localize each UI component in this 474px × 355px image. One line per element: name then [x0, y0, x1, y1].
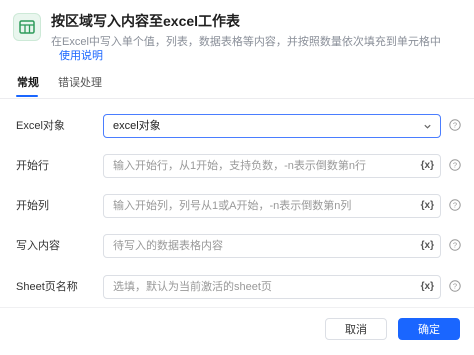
form-row-sheet-name: Sheet页名称 选填，默认为当前激活的sheet页 {x} ?	[0, 275, 474, 299]
tab-general[interactable]: 常规	[17, 74, 39, 92]
help-icon[interactable]: ?	[449, 119, 461, 131]
sheet-name-input[interactable]: 选填，默认为当前激活的sheet页 {x}	[103, 275, 441, 299]
svg-text:?: ?	[453, 161, 457, 170]
sheet-name-placeholder: 选填，默认为当前激活的sheet页	[113, 281, 272, 293]
dialog-header: 按区域写入内容至excel工作表 在Excel中写入单个值，列表，数据表格等内容…	[0, 0, 474, 66]
variable-icon[interactable]: {x}	[421, 155, 434, 177]
form-row-write-content: 写入内容 待写入的数据表格内容 {x} ?	[0, 234, 474, 258]
form-row-start-column: 开始列 输入开始列，列号从1或A开始，-n表示倒数第n列 {x} ?	[0, 194, 474, 218]
svg-text:?: ?	[453, 201, 457, 210]
svg-text:?: ?	[453, 121, 457, 130]
start-row-placeholder: 输入开始行，从1开始，支持负数，-n表示倒数第n行	[113, 160, 367, 172]
start-column-label: 开始列	[16, 200, 49, 212]
start-column-input[interactable]: 输入开始列，列号从1或A开始，-n表示倒数第n列 {x}	[103, 194, 441, 218]
dialog-description: 在Excel中写入单个值，列表，数据表格等内容，并按照数量依次填充到单元格中使用…	[51, 35, 441, 63]
variable-icon[interactable]: {x}	[421, 195, 434, 217]
description-text: 在Excel中写入单个值，列表，数据表格等内容，并按照数量依次填充到单元格中	[51, 36, 441, 48]
variable-icon[interactable]: {x}	[421, 235, 434, 257]
active-tab-indicator	[16, 95, 38, 97]
variable-icon[interactable]: {x}	[421, 276, 434, 298]
help-icon[interactable]: ?	[449, 280, 461, 292]
dialog-title: 按区域写入内容至excel工作表	[51, 13, 241, 29]
start-row-label: 开始行	[16, 160, 49, 172]
start-row-input[interactable]: 输入开始行，从1开始，支持负数，-n表示倒数第n行 {x}	[103, 154, 441, 178]
excel-object-select[interactable]: excel对象	[103, 114, 441, 138]
form-row-excel-object: Excel对象 excel对象 ?	[0, 114, 474, 138]
help-icon[interactable]: ?	[449, 159, 461, 171]
help-icon[interactable]: ?	[449, 239, 461, 251]
help-link[interactable]: 使用说明	[59, 50, 103, 62]
confirm-button[interactable]: 确定	[398, 318, 460, 340]
tab-error-handling[interactable]: 错误处理	[58, 74, 102, 92]
tab-divider	[0, 98, 474, 99]
write-content-placeholder: 待写入的数据表格内容	[113, 240, 223, 252]
excel-object-label: Excel对象	[16, 120, 65, 132]
sheet-name-label: Sheet页名称	[16, 281, 78, 293]
excel-object-value: excel对象	[113, 120, 161, 132]
write-content-input[interactable]: 待写入的数据表格内容 {x}	[103, 234, 441, 258]
tab-bar: 常规 错误处理	[0, 74, 474, 98]
cancel-button[interactable]: 取消	[325, 318, 387, 340]
svg-text:?: ?	[453, 282, 457, 291]
help-icon[interactable]: ?	[449, 199, 461, 211]
svg-text:?: ?	[453, 241, 457, 250]
form-row-start-row: 开始行 输入开始行，从1开始，支持负数，-n表示倒数第n行 {x} ?	[0, 154, 474, 178]
write-content-label: 写入内容	[16, 240, 60, 252]
start-column-placeholder: 输入开始列，列号从1或A开始，-n表示倒数第n列	[113, 200, 352, 212]
excel-table-icon	[13, 13, 41, 41]
chevron-down-icon[interactable]	[423, 122, 432, 131]
footer-divider	[0, 307, 474, 308]
